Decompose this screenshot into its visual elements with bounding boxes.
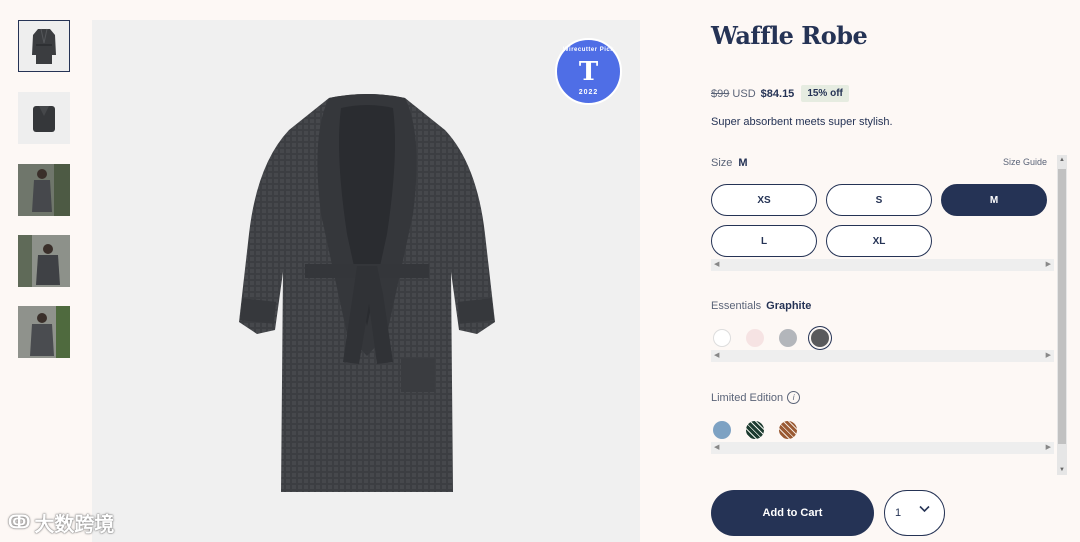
color-swatch-brown-stripe[interactable] [779,421,797,439]
thumbnail-model-1[interactable] [18,164,70,216]
discount-badge: 15% off [801,85,849,102]
product-details: Waffle Robe $99 USD $84.15 15% off Super… [711,0,1071,542]
size-option-s[interactable]: S [826,184,932,216]
color-swatch-green-stripe[interactable] [746,421,764,439]
quantity-select[interactable]: 1 [884,490,945,536]
essentials-label: Essentials Graphite [711,300,812,312]
original-price: $99 USD [711,87,756,100]
color-swatch-pink[interactable] [746,329,764,347]
scrollbar-thumb[interactable] [1058,169,1066,444]
badge-top-text: Wirecutter Pick [562,47,615,53]
chevron-down-icon [919,505,930,513]
sale-price: $84.15 [760,87,795,100]
robe-front-icon [32,28,56,64]
scroll-right-icon[interactable]: ▶ [1046,443,1051,451]
size-scrollbar[interactable]: ◀ ▶ [711,259,1054,271]
add-to-cart-button[interactable]: Add to Cart [711,490,874,536]
wirecutter-badge: Wirecutter Pick T 2022 [555,38,622,105]
color-swatch-graphite[interactable] [811,329,829,347]
options-vertical-scrollbar[interactable]: ▲ ▼ [1057,155,1067,475]
scroll-up-icon[interactable]: ▲ [1059,157,1065,163]
quantity-value: 1 [895,507,902,519]
selected-size: M [738,157,748,169]
watermark-text: 大数跨境 [34,514,115,536]
scroll-left-icon[interactable]: ◀ [714,351,719,359]
watermark: ↂ 大数跨境 [8,508,114,537]
essentials-scrollbar[interactable]: ◀ ▶ [711,350,1054,362]
model-photo-icon [18,235,70,287]
thumbnail-robe-front[interactable] [18,20,70,72]
scroll-down-icon[interactable]: ▼ [1059,467,1065,473]
size-option-xl[interactable]: XL [826,225,932,257]
limited-scrollbar[interactable]: ◀ ▶ [711,442,1054,454]
product-title: Waffle Robe [711,21,868,50]
scroll-right-icon[interactable]: ▶ [1046,260,1051,268]
scroll-right-icon[interactable]: ▶ [1046,351,1051,359]
size-label: Size M [711,157,748,169]
size-guide-link[interactable]: Size Guide [1003,157,1047,167]
nyt-logo-icon: T [578,56,599,87]
size-option-l[interactable]: L [711,225,817,257]
selected-color: Graphite [766,300,812,312]
robe-image [239,94,495,492]
badge-year: 2022 [578,89,599,96]
model-photo-icon [18,306,70,358]
color-swatch-white[interactable] [713,329,731,347]
price-row: $99 USD $84.15 15% off [711,85,849,102]
model-photo-icon [18,164,70,216]
product-tagline: Super absorbent meets super stylish. [711,116,893,128]
thumbnail-model-3[interactable] [18,306,70,358]
color-swatch-gray[interactable] [779,329,797,347]
info-icon[interactable]: i [787,391,801,404]
thumbnail-model-2[interactable] [18,235,70,287]
robe-folded-icon [33,106,55,132]
scroll-left-icon[interactable]: ◀ [714,260,719,268]
size-option-m[interactable]: M [941,184,1047,216]
scroll-left-icon[interactable]: ◀ [714,443,719,451]
logo-icon: ↂ [8,512,31,532]
color-swatch-blue[interactable] [713,421,731,439]
thumbnail-robe-folded[interactable] [18,92,70,144]
size-option-xs[interactable]: XS [711,184,817,216]
limited-edition-label: Limited Edition i [711,391,801,404]
product-image: Wirecutter Pick T 2022 [92,20,640,542]
